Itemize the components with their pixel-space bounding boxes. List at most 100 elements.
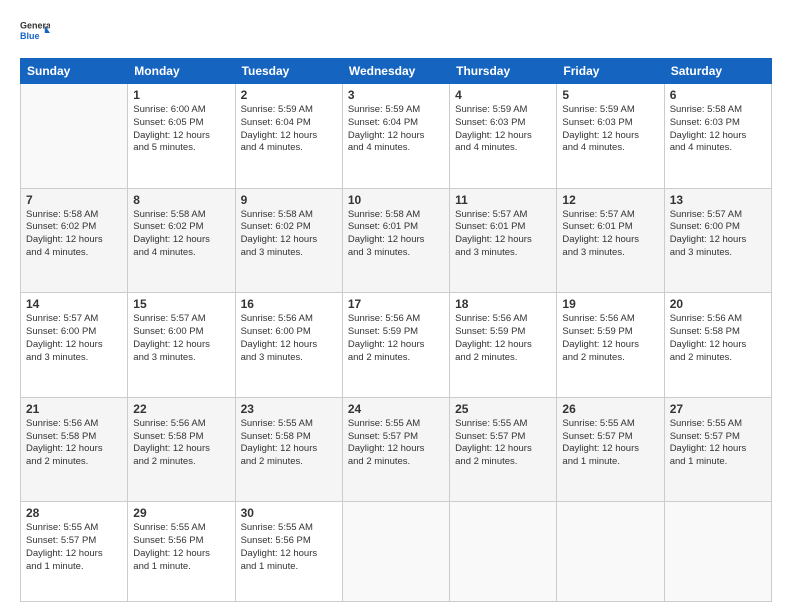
day-number: 6 — [670, 88, 766, 102]
day-info: Sunrise: 5:57 AMSunset: 6:00 PMDaylight:… — [133, 313, 229, 364]
calendar-cell: 17 Sunrise: 5:56 AMSunset: 5:59 PMDayligh… — [342, 293, 449, 398]
day-number: 26 — [562, 402, 658, 416]
day-info: Sunrise: 5:55 AMSunset: 5:57 PMDaylight:… — [455, 418, 551, 469]
day-info: Sunrise: 5:56 AMSunset: 5:59 PMDaylight:… — [348, 313, 444, 364]
day-number: 11 — [455, 193, 551, 207]
day-number: 24 — [348, 402, 444, 416]
day-info: Sunrise: 5:58 AMSunset: 6:01 PMDaylight:… — [348, 209, 444, 260]
day-info: Sunrise: 5:58 AMSunset: 6:02 PMDaylight:… — [26, 209, 122, 260]
day-number: 14 — [26, 297, 122, 311]
day-number: 7 — [26, 193, 122, 207]
day-info: Sunrise: 5:56 AMSunset: 5:59 PMDaylight:… — [562, 313, 658, 364]
svg-text:Blue: Blue — [20, 31, 40, 41]
day-info: Sunrise: 5:57 AMSunset: 6:00 PMDaylight:… — [26, 313, 122, 364]
header: GeneralBlue — [20, 18, 772, 48]
day-number: 5 — [562, 88, 658, 102]
day-info: Sunrise: 5:58 AMSunset: 6:02 PMDaylight:… — [133, 209, 229, 260]
calendar-cell: 28 Sunrise: 5:55 AMSunset: 5:57 PMDayligh… — [21, 502, 128, 602]
calendar-cell: 27Sunrise: 5:55 AMSunset: 5:57 PMDayligh… — [664, 397, 771, 502]
day-number: 17 — [348, 297, 444, 311]
page: GeneralBlue SundayMondayTuesdayWednesday… — [0, 0, 792, 612]
calendar-cell: 24Sunrise: 5:55 AMSunset: 5:57 PMDayligh… — [342, 397, 449, 502]
day-info: Sunrise: 5:56 AMSunset: 5:59 PMDaylight:… — [455, 313, 551, 364]
calendar-cell — [664, 502, 771, 602]
calendar-cell: 30 Sunrise: 5:55 AMSunset: 5:56 PMDayligh… — [235, 502, 342, 602]
calendar-table: SundayMondayTuesdayWednesdayThursdayFrid… — [20, 58, 772, 602]
day-info: Sunrise: 5:56 AMSunset: 6:00 PMDaylight:… — [241, 313, 337, 364]
calendar-cell — [450, 502, 557, 602]
calendar-cell — [342, 502, 449, 602]
day-info: Sunrise: 6:00 AMSunset: 6:05 PMDaylight:… — [133, 104, 229, 155]
calendar-cell: 13 Sunrise: 5:57 AMSunset: 6:00 PMDayligh… — [664, 188, 771, 293]
weekday-header: Tuesday — [235, 59, 342, 84]
day-number: 13 — [670, 193, 766, 207]
calendar-cell: 1 Sunrise: 6:00 AMSunset: 6:05 PMDaylight… — [128, 84, 235, 189]
calendar-cell: 2 Sunrise: 5:59 AMSunset: 6:04 PMDaylight… — [235, 84, 342, 189]
day-info: Sunrise: 5:55 AMSunset: 5:57 PMDaylight:… — [562, 418, 658, 469]
day-number: 19 — [562, 297, 658, 311]
calendar-cell: 11 Sunrise: 5:57 AMSunset: 6:01 PMDayligh… — [450, 188, 557, 293]
calendar-cell: 9 Sunrise: 5:58 AMSunset: 6:02 PMDaylight… — [235, 188, 342, 293]
weekday-header: Monday — [128, 59, 235, 84]
day-info: Sunrise: 5:58 AMSunset: 6:02 PMDaylight:… — [241, 209, 337, 260]
day-info: Sunrise: 5:58 AMSunset: 6:03 PMDaylight:… — [670, 104, 766, 155]
calendar-cell: 4 Sunrise: 5:59 AMSunset: 6:03 PMDaylight… — [450, 84, 557, 189]
day-number: 25 — [455, 402, 551, 416]
day-number: 18 — [455, 297, 551, 311]
weekday-header: Thursday — [450, 59, 557, 84]
calendar-cell: 21 Sunrise: 5:56 AMSunset: 5:58 PMDayligh… — [21, 397, 128, 502]
day-number: 20 — [670, 297, 766, 311]
day-number: 27 — [670, 402, 766, 416]
calendar-cell: 10 Sunrise: 5:58 AMSunset: 6:01 PMDayligh… — [342, 188, 449, 293]
day-number: 4 — [455, 88, 551, 102]
day-info: Sunrise: 5:56 AMSunset: 5:58 PMDaylight:… — [670, 313, 766, 364]
weekday-header: Wednesday — [342, 59, 449, 84]
day-number: 9 — [241, 193, 337, 207]
day-info: Sunrise: 5:57 AMSunset: 6:01 PMDaylight:… — [455, 209, 551, 260]
logo-icon: GeneralBlue — [20, 18, 50, 48]
logo: GeneralBlue — [20, 18, 50, 48]
day-number: 3 — [348, 88, 444, 102]
day-info: Sunrise: 5:56 AMSunset: 5:58 PMDaylight:… — [26, 418, 122, 469]
calendar-cell: 19 Sunrise: 5:56 AMSunset: 5:59 PMDayligh… — [557, 293, 664, 398]
calendar-cell: 3 Sunrise: 5:59 AMSunset: 6:04 PMDaylight… — [342, 84, 449, 189]
day-number: 10 — [348, 193, 444, 207]
calendar-cell — [21, 84, 128, 189]
calendar-cell: 5 Sunrise: 5:59 AMSunset: 6:03 PMDaylight… — [557, 84, 664, 189]
calendar-cell: 26 Sunrise: 5:55 AMSunset: 5:57 PMDayligh… — [557, 397, 664, 502]
calendar-cell: 15 Sunrise: 5:57 AMSunset: 6:00 PMDayligh… — [128, 293, 235, 398]
calendar-cell: 14 Sunrise: 5:57 AMSunset: 6:00 PMDayligh… — [21, 293, 128, 398]
day-info: Sunrise: 5:55 AMSunset: 5:56 PMDaylight:… — [241, 522, 337, 573]
calendar-cell: 29Sunrise: 5:55 AMSunset: 5:56 PMDayligh… — [128, 502, 235, 602]
day-info: Sunrise: 5:55 AMSunset: 5:57 PMDaylight:… — [26, 522, 122, 573]
calendar-header-row: SundayMondayTuesdayWednesdayThursdayFrid… — [21, 59, 772, 84]
day-info: Sunrise: 5:56 AMSunset: 5:58 PMDaylight:… — [133, 418, 229, 469]
day-info: Sunrise: 5:59 AMSunset: 6:03 PMDaylight:… — [455, 104, 551, 155]
day-info: Sunrise: 5:57 AMSunset: 6:00 PMDaylight:… — [670, 209, 766, 260]
day-number: 16 — [241, 297, 337, 311]
calendar-cell: 6 Sunrise: 5:58 AMSunset: 6:03 PMDaylight… — [664, 84, 771, 189]
day-info: Sunrise: 5:59 AMSunset: 6:04 PMDaylight:… — [241, 104, 337, 155]
day-number: 28 — [26, 506, 122, 520]
day-info: Sunrise: 5:55 AMSunset: 5:56 PMDaylight:… — [133, 522, 229, 573]
calendar-cell — [557, 502, 664, 602]
calendar-cell: 16 Sunrise: 5:56 AMSunset: 6:00 PMDayligh… — [235, 293, 342, 398]
day-number: 2 — [241, 88, 337, 102]
calendar-cell: 20 Sunrise: 5:56 AMSunset: 5:58 PMDayligh… — [664, 293, 771, 398]
day-info: Sunrise: 5:57 AMSunset: 6:01 PMDaylight:… — [562, 209, 658, 260]
weekday-header: Friday — [557, 59, 664, 84]
calendar-cell: 18 Sunrise: 5:56 AMSunset: 5:59 PMDayligh… — [450, 293, 557, 398]
day-info: Sunrise: 5:59 AMSunset: 6:03 PMDaylight:… — [562, 104, 658, 155]
day-number: 23 — [241, 402, 337, 416]
weekday-header: Saturday — [664, 59, 771, 84]
day-info: Sunrise: 5:59 AMSunset: 6:04 PMDaylight:… — [348, 104, 444, 155]
day-number: 30 — [241, 506, 337, 520]
day-number: 15 — [133, 297, 229, 311]
calendar-cell: 22 Sunrise: 5:56 AMSunset: 5:58 PMDayligh… — [128, 397, 235, 502]
day-number: 1 — [133, 88, 229, 102]
calendar-cell: 12Sunrise: 5:57 AMSunset: 6:01 PMDayligh… — [557, 188, 664, 293]
calendar-cell: 25 Sunrise: 5:55 AMSunset: 5:57 PMDayligh… — [450, 397, 557, 502]
calendar-cell: 7 Sunrise: 5:58 AMSunset: 6:02 PMDaylight… — [21, 188, 128, 293]
day-number: 21 — [26, 402, 122, 416]
day-number: 22 — [133, 402, 229, 416]
